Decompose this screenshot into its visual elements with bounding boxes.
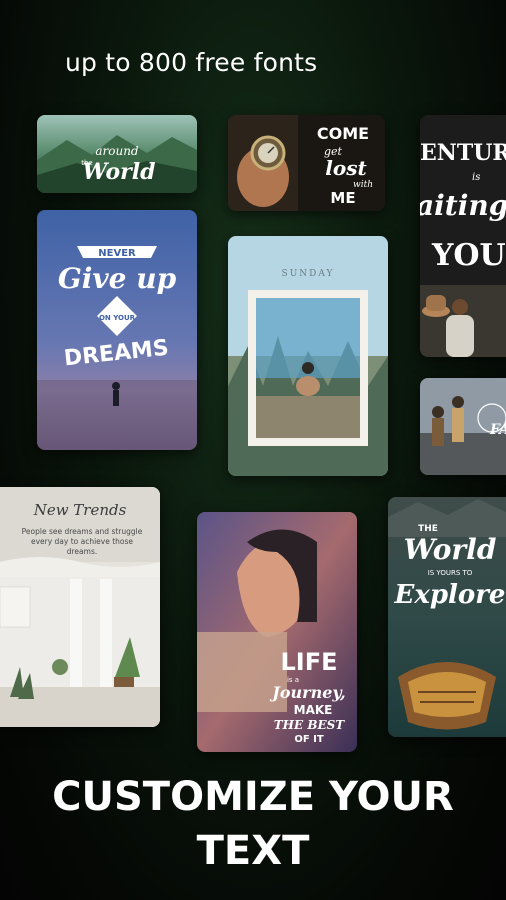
headline: up to 800 free fonts <box>65 48 318 77</box>
template-card-life-journey[interactable]: LIFE is a Journey, MAKE THE BEST OF IT <box>197 512 357 752</box>
new-trends-title: New Trends <box>33 501 127 519</box>
around-line3: World <box>83 159 156 185</box>
template-preview-image: FAN <box>420 378 506 475</box>
footer-line1: CUSTOMIZE YOUR <box>52 774 454 820</box>
footer-title: CUSTOMIZE YOUR TEXT <box>0 770 506 878</box>
template-card-around-world[interactable]: around the World <box>37 115 197 193</box>
template-card-world-explore[interactable]: THE World IS YOURS TO Explore <box>388 497 506 737</box>
come-line3: lost <box>325 156 367 180</box>
world-line2: World <box>404 533 497 566</box>
adventure-line3: aiting <box>420 189 506 222</box>
never-line1: NEVER <box>98 248 136 259</box>
life-line5: THE BEST <box>274 718 346 732</box>
adventure-line1: ENTURE <box>420 140 506 166</box>
come-line4: with <box>353 180 373 190</box>
template-preview-image: around the World <box>37 115 197 193</box>
template-preview-image: COME get lost with ME <box>228 115 385 211</box>
template-card-never-give-up[interactable]: NEVER Give up ON YOUR DREAMS <box>37 210 197 450</box>
life-line1: LIFE <box>280 648 337 676</box>
come-line1: COME <box>317 124 369 143</box>
adventure-line4: YOU <box>431 238 506 273</box>
fan-text: FAN <box>489 422 506 438</box>
template-card-adventure[interactable]: ENTURE is aiting YOU <box>420 115 506 357</box>
never-line2: Give up <box>58 262 177 295</box>
sunday-label: SUNDAY <box>282 269 335 279</box>
life-line4: MAKE <box>294 703 333 717</box>
template-preview-image: ENTURE is aiting YOU <box>420 115 506 357</box>
never-line3: ON YOUR <box>99 314 136 322</box>
template-preview-image: SUNDAY <box>228 236 388 476</box>
template-card-come-get-lost[interactable]: COME get lost with ME <box>228 115 385 211</box>
template-preview-image: NEVER Give up ON YOUR DREAMS <box>37 210 197 450</box>
around-line1: around <box>95 144 139 158</box>
life-line3: Journey, <box>269 683 345 702</box>
world-line4: Explore <box>394 580 506 610</box>
life-line6: OF IT <box>294 734 324 745</box>
template-preview-image: THE World IS YOURS TO Explore <box>388 497 506 737</box>
template-preview-image: LIFE is a Journey, MAKE THE BEST OF IT <box>197 512 357 752</box>
world-line3: IS YOURS TO <box>428 569 473 577</box>
new-trends-body: People see dreams and struggle every day… <box>21 527 143 556</box>
come-line5: ME <box>330 189 355 207</box>
template-preview-image <box>0 487 160 727</box>
template-card-sunday[interactable]: SUNDAY <box>228 236 388 476</box>
adventure-line2: is <box>472 172 480 183</box>
template-card-fan[interactable]: FAN <box>420 378 506 475</box>
template-card-new-trends[interactable]: New Trends People see dreams and struggl… <box>0 487 160 727</box>
footer-line2: TEXT <box>196 828 310 874</box>
